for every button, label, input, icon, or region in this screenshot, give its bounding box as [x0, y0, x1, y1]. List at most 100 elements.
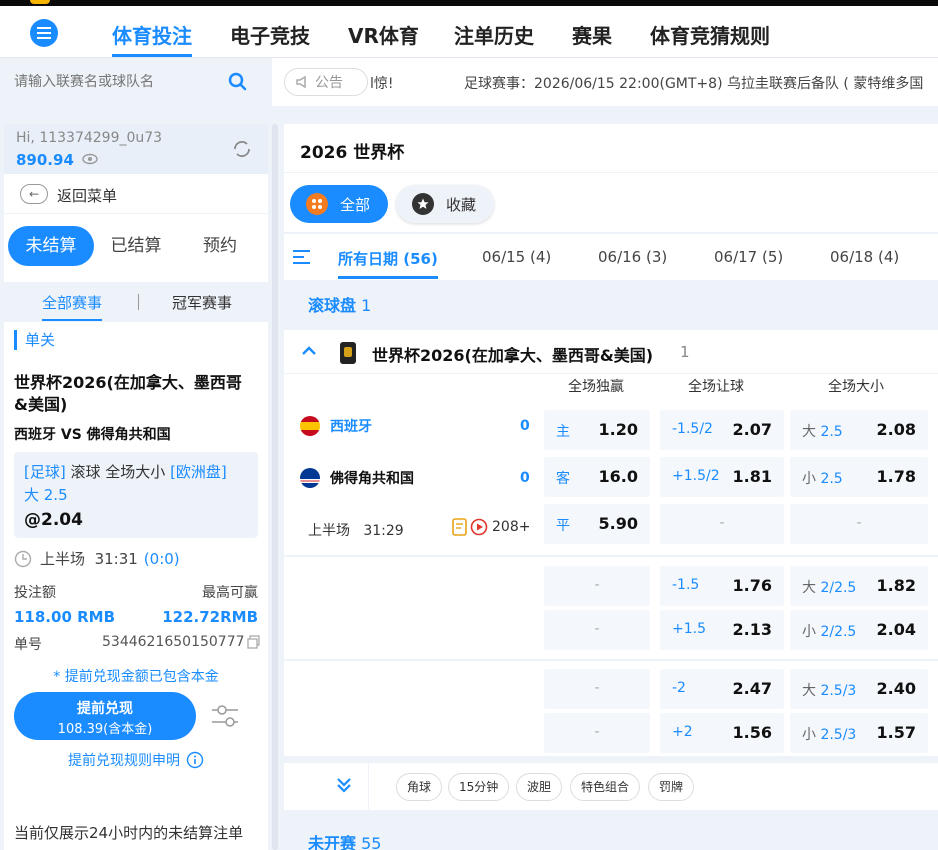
odds-cell-moneyline: -: [544, 566, 650, 606]
odds-key: +1.5: [672, 621, 706, 637]
nav-tab-results[interactable]: 赛果: [572, 20, 612, 49]
chip-correct-score[interactable]: 波胆: [516, 773, 563, 801]
sidebar-scrollbar[interactable]: [272, 124, 278, 850]
odds-cell-total[interactable]: 小 2.5 1.78: [790, 457, 928, 497]
order-number-row: 5344621650150777: [102, 634, 261, 650]
cashout-label: 提前兑现: [77, 701, 133, 717]
tab-all-events[interactable]: 全部赛事: [42, 292, 103, 321]
away-team[interactable]: 佛得角共和国: [300, 468, 414, 488]
notice-label: 公告: [315, 75, 343, 91]
odds-line: 2.5: [820, 471, 843, 487]
odds-key: +1.5/2: [672, 468, 720, 484]
odds-cell-moneyline[interactable]: 客 16.0: [544, 457, 650, 497]
match-clock: 31:29: [363, 523, 404, 539]
list-filter-icon[interactable]: [292, 248, 312, 266]
odds-key: 大 2.5/3: [802, 683, 857, 699]
filter-favorites-button[interactable]: 收藏: [396, 185, 494, 223]
search-input[interactable]: [14, 70, 224, 94]
cashout-button[interactable]: 提前兑现 108.39(含本金): [14, 692, 196, 740]
odds-line: 2/2.5: [820, 624, 857, 640]
section-single: 单关: [14, 330, 55, 350]
away-team-name: 佛得角共和国: [330, 471, 414, 487]
stats-icon: [452, 518, 467, 536]
odds-value: 2.13: [732, 620, 772, 639]
home-score: 0: [520, 418, 530, 434]
bet-line: [足球] 滚球 全场大小 [欧洲盘]: [24, 462, 227, 482]
chip-cards[interactable]: 罚牌: [648, 773, 695, 801]
odds-cell-total[interactable]: 小 2/2.5 2.04: [790, 610, 928, 650]
odds-cell-moneyline[interactable]: 平 5.90: [544, 504, 650, 544]
back-menu[interactable]: ← 返回菜单: [4, 174, 268, 214]
sliders-icon[interactable]: [210, 702, 240, 730]
odds-cell-handicap[interactable]: -1.5/2 2.07: [660, 410, 784, 450]
odds-cell-handicap[interactable]: +1.5/2 1.81: [660, 457, 784, 497]
tab-settled[interactable]: 已结算: [96, 226, 176, 266]
odds-cell-handicap: -: [660, 504, 784, 544]
menu-icon[interactable]: [30, 19, 58, 47]
stake-label: 投注额: [14, 585, 56, 601]
order-number: 5344621650150777: [102, 634, 245, 650]
chip-specials[interactable]: 特色组合: [570, 773, 641, 801]
tab-outright[interactable]: 冠军赛事: [172, 292, 232, 313]
more-count: 208+: [492, 519, 531, 535]
tab-date-0618[interactable]: 06/18 (4): [830, 248, 899, 266]
bet-league: 世界杯2026(在加拿大、墨西哥&美国): [14, 373, 242, 414]
odds-value: 2.47: [732, 679, 772, 698]
tab-date-0616[interactable]: 06/16 (3): [598, 248, 667, 266]
odds-value: 2.08: [876, 420, 916, 439]
odds-cell-handicap[interactable]: +2 1.56: [660, 713, 784, 753]
copy-icon[interactable]: [246, 635, 261, 649]
odds-cell-total[interactable]: 小 2.5/3 1.57: [790, 713, 928, 753]
notice-pill[interactable]: 公告: [284, 68, 368, 96]
eye-icon[interactable]: [82, 153, 98, 165]
chevron-up-icon[interactable]: [300, 342, 318, 360]
nav-tab-esports[interactable]: 电子竞技: [230, 20, 310, 49]
cashout-amount: 108.39(含本金): [57, 722, 153, 737]
odds-key: -1.5: [672, 577, 700, 593]
spain-flag-icon: [300, 416, 320, 436]
home-team[interactable]: 西班牙: [300, 416, 372, 436]
odds-value: 1.20: [598, 420, 638, 439]
chip-corners[interactable]: 角球: [396, 773, 443, 801]
league-header[interactable]: 世界杯2026(在加拿大、墨西哥&美国) 1: [284, 330, 938, 374]
cashout-rules-link[interactable]: 提前兑现规则申明: [6, 750, 266, 770]
odds-key: 小 2.5: [802, 471, 843, 487]
odds-key: 大 2.5: [802, 424, 843, 440]
odds-cell-total[interactable]: 大 2.5 2.08: [790, 410, 928, 450]
filter-all-button[interactable]: 全部: [290, 185, 388, 223]
odds-cell-total: -: [790, 504, 928, 544]
nav-tab-sports[interactable]: 体育投注: [112, 20, 192, 57]
filter-bar: 全部 收藏: [284, 172, 938, 232]
upcoming-section-header: 未开赛 55: [308, 830, 381, 850]
nav-tab-vr[interactable]: VR体育: [348, 20, 419, 49]
nav-tab-history[interactable]: 注单历史: [454, 20, 534, 49]
bet-detail: [足球] 滚球 全场大小 [欧洲盘] 大 2.5 @2.04: [14, 452, 258, 538]
odds-cell-total[interactable]: 大 2/2.5 1.82: [790, 566, 928, 606]
more-markets-link[interactable]: 208+: [452, 518, 530, 536]
search-icon[interactable]: [228, 72, 248, 92]
double-chevron-down-icon[interactable]: [334, 775, 354, 795]
odds-cell-handicap[interactable]: -2 2.47: [660, 669, 784, 709]
nav-tab-rules[interactable]: 体育竞猜规则: [650, 20, 770, 49]
live-video-icon: [470, 518, 488, 536]
notice-tail: l惊!: [370, 76, 394, 92]
tab-unsettled[interactable]: 未结算: [8, 226, 94, 266]
odds-cell-total[interactable]: 大 2.5/3 2.40: [790, 669, 928, 709]
row-divider: [284, 555, 938, 557]
refresh-icon[interactable]: [230, 137, 254, 161]
odds-value: 2.07: [732, 420, 772, 439]
tab-date-0615[interactable]: 06/15 (4): [482, 248, 551, 266]
odds-cell-handicap[interactable]: -1.5 1.76: [660, 566, 784, 606]
odds-cell-moneyline[interactable]: 主 1.20: [544, 410, 650, 450]
home-team-name: 西班牙: [330, 419, 372, 435]
odds-value: 1.56: [732, 723, 772, 742]
tab-date-all[interactable]: 所有日期 (56): [338, 248, 438, 279]
chip-15min[interactable]: 15分钟: [448, 773, 510, 801]
tab-reserved[interactable]: 预约: [180, 226, 260, 266]
notice-message: 足球赛事：2026/06/15 22:00(GMT+8) 乌拉圭联赛后备队 ( …: [464, 76, 924, 92]
cashout-note: * 提前兑现金额已包含本金: [53, 669, 219, 685]
tab-date-0617[interactable]: 06/17 (5): [714, 248, 783, 266]
odds-key: +2: [672, 724, 693, 740]
megaphone-icon: [296, 75, 306, 89]
odds-cell-handicap[interactable]: +1.5 2.13: [660, 610, 784, 650]
